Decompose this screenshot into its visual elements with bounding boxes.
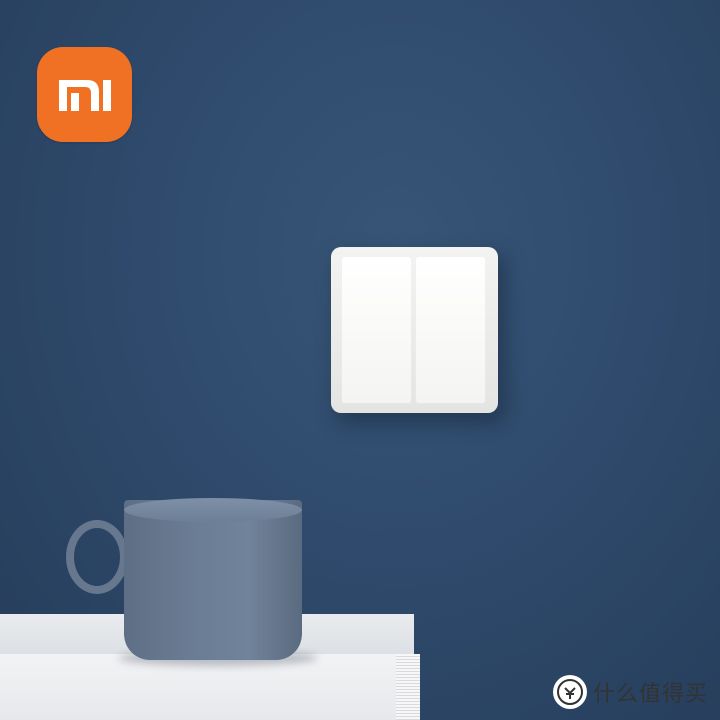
mi-logo [37, 47, 132, 142]
value-icon [552, 675, 587, 709]
switch-rocker-left [341, 256, 412, 404]
shelf-page-edges [396, 654, 420, 720]
mug-rim [124, 498, 302, 522]
watermark: 什么值得买 [552, 674, 708, 710]
wall-switch [331, 247, 498, 413]
mug-handle [66, 520, 128, 594]
mug [124, 500, 302, 660]
product-photo: 什么值得买 [0, 0, 720, 720]
watermark-text: 什么值得买 [592, 682, 708, 707]
switch-rocker-right [415, 256, 486, 404]
mi-logo-mark [59, 80, 111, 111]
